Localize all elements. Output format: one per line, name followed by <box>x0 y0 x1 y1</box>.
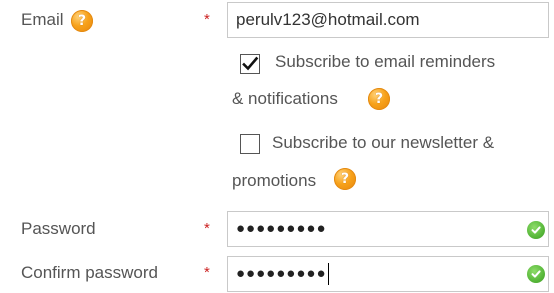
password-label: Password <box>21 219 96 238</box>
required-marker: * <box>204 220 210 237</box>
subscribe-newsletter-label[interactable]: Subscribe to our newsletter & <box>272 133 494 153</box>
question-mark-icon[interactable]: ? <box>368 88 390 110</box>
subscribe-newsletter-label-cont[interactable]: promotions <box>232 171 316 191</box>
email-label: Email <box>21 10 64 29</box>
question-mark-icon[interactable]: ? <box>71 10 93 32</box>
check-circle-icon <box>527 265 545 283</box>
email-field-value: perulv123@hotmail.com <box>236 10 420 29</box>
confirm-password-field[interactable]: ●●●●●●●●● <box>227 256 549 292</box>
question-mark-icon[interactable]: ? <box>334 168 356 190</box>
confirm-password-field-value: ●●●●●●●●● <box>228 257 548 291</box>
text-caret <box>327 263 329 286</box>
checkmark-icon <box>242 56 259 71</box>
subscribe-reminders-checkbox[interactable] <box>240 54 260 74</box>
subscribe-newsletter-checkbox[interactable] <box>240 134 260 154</box>
check-circle-icon <box>527 221 545 239</box>
subscribe-reminders-label-cont[interactable]: & notifications <box>232 89 338 109</box>
subscribe-reminders-label[interactable]: Subscribe to email reminders <box>275 52 495 72</box>
required-marker: * <box>204 11 210 28</box>
confirm-password-label: Confirm password <box>21 263 158 282</box>
required-marker: * <box>204 264 210 281</box>
email-field[interactable]: perulv123@hotmail.com <box>227 2 549 38</box>
password-field-value: ●●●●●●●●● <box>236 220 327 237</box>
password-field[interactable]: ●●●●●●●●● <box>227 211 549 247</box>
